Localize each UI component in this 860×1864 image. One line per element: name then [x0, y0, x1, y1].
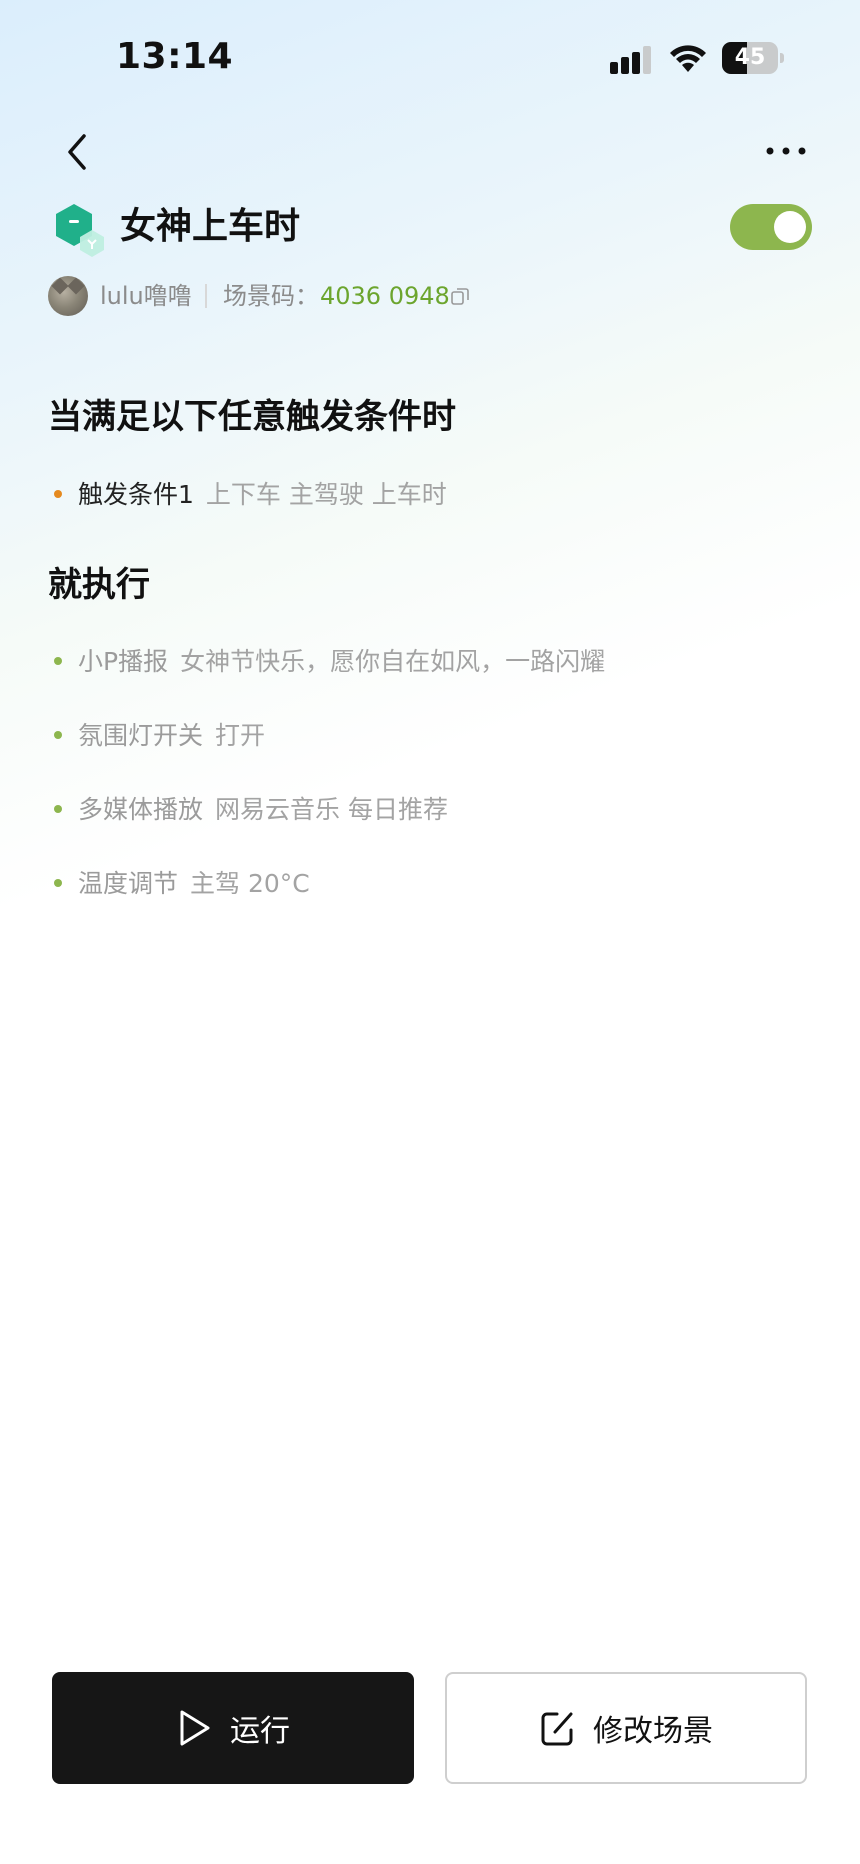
condition-name: 触发条件1: [78, 480, 194, 509]
wifi-icon: [670, 45, 706, 72]
scene-enable-toggle[interactable]: [730, 204, 812, 250]
more-icon[interactable]: [764, 140, 808, 162]
action-item[interactable]: 温度调节 主驾 20°C: [54, 864, 310, 904]
run-button-label: 运行: [230, 1714, 290, 1749]
action-item[interactable]: 小P播报 女神节快乐，愿你自在如风，一路闪耀: [54, 642, 605, 682]
page-title: 女神上车时: [120, 206, 301, 247]
author-name[interactable]: lulu噜噜: [100, 278, 192, 314]
battery-level: 45: [734, 45, 766, 70]
edit-icon: [541, 1712, 573, 1746]
action-dot: [54, 731, 62, 739]
action-item[interactable]: 多媒体播放 网易云音乐 每日推荐: [54, 790, 448, 830]
divider: [205, 284, 207, 308]
avatar[interactable]: [48, 276, 88, 316]
condition-item[interactable]: 触发条件1 上下车 主驾驶 上车时: [54, 475, 447, 515]
edit-scene-button[interactable]: 修改场景: [445, 1672, 807, 1784]
action-detail: 网易云音乐 每日推荐: [215, 795, 448, 824]
action-detail: 女神节快乐，愿你自在如风，一路闪耀: [180, 647, 606, 676]
action-dot: [54, 805, 62, 813]
play-icon: [180, 1710, 210, 1746]
condition-detail: 上下车 主驾驶 上车时: [205, 480, 447, 509]
run-button[interactable]: 运行: [52, 1672, 414, 1784]
action-name: 多媒体播放: [78, 795, 204, 824]
conditions-title: 当满足以下任意触发条件时: [48, 397, 456, 437]
copy-icon[interactable]: [450, 286, 470, 306]
action-item[interactable]: 氛围灯开关 打开: [54, 716, 265, 756]
action-name: 温度调节: [78, 869, 179, 898]
back-icon[interactable]: [62, 130, 92, 174]
action-dot: [54, 879, 62, 887]
battery-icon: 45: [722, 42, 784, 74]
action-detail: 打开: [215, 721, 266, 750]
condition-dot: [54, 490, 62, 498]
action-name: 小P播报: [78, 647, 169, 676]
scene-code-value: 4036 0948: [320, 282, 450, 310]
signal-icon: [610, 46, 651, 74]
action-name: 氛围灯开关: [78, 721, 204, 750]
scene-code-label: 场景码：: [223, 282, 319, 310]
edit-scene-button-label: 修改场景: [593, 1714, 713, 1749]
action-detail: 主驾 20°C: [190, 869, 310, 898]
actions-title: 就执行: [48, 565, 150, 605]
toggle-knob: [774, 211, 806, 243]
scene-icon: [56, 204, 104, 257]
action-dot: [54, 657, 62, 665]
status-time: 13:14: [116, 36, 234, 77]
